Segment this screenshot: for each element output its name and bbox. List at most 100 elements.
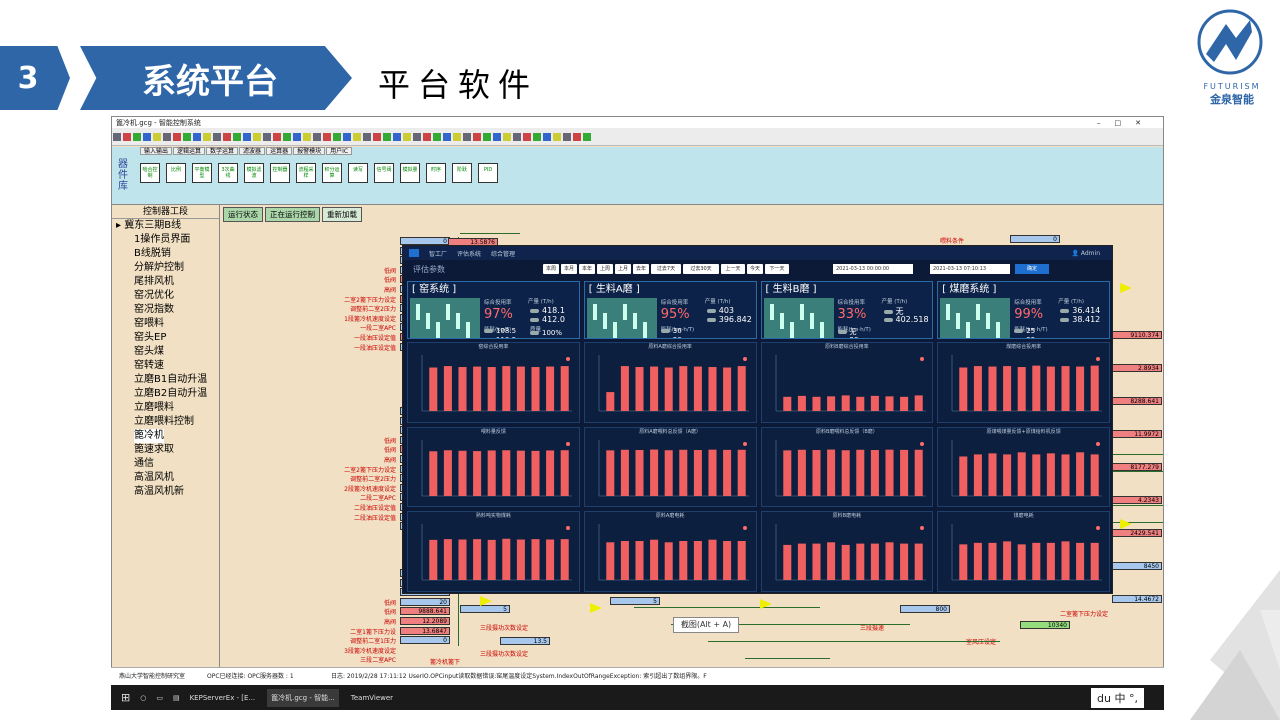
search-icon[interactable]: ○ xyxy=(140,694,146,702)
time-filter-button[interactable]: 去年 xyxy=(633,264,649,274)
toolbar-icon[interactable] xyxy=(453,133,461,141)
palette-block[interactable]: 比例 xyxy=(166,163,186,183)
tree-item[interactable]: 窑头煤 xyxy=(112,345,219,359)
status-button[interactable]: 正在运行控制 xyxy=(265,207,320,222)
user-menu[interactable]: 👤 Admin xyxy=(1071,250,1100,257)
toolbar-icon[interactable] xyxy=(463,133,471,141)
time-filter-button[interactable]: 过去30天 xyxy=(683,264,719,274)
toolbar-icon[interactable] xyxy=(243,133,251,141)
time-filter-button[interactable]: 本周 xyxy=(543,264,559,274)
date-to-input[interactable]: 2021-03-13 07:10:13 xyxy=(930,264,1010,274)
date-from-input[interactable]: 2021-03-13 00:00:00 xyxy=(833,264,913,274)
tree-item[interactable]: 篦冷机 xyxy=(112,429,219,443)
tree-item[interactable]: 分解炉控制 xyxy=(112,261,219,275)
time-filter-button[interactable]: 上月 xyxy=(615,264,631,274)
toolbar-icon[interactable] xyxy=(553,133,561,141)
tree-root[interactable]: ▸ 冀东三期B线 xyxy=(112,219,219,233)
tree-item[interactable]: 窑喂料 xyxy=(112,317,219,331)
time-filter-button[interactable]: 上一天 xyxy=(721,264,745,274)
toolbar-icon[interactable] xyxy=(433,133,441,141)
toolbar-icon[interactable] xyxy=(263,133,271,141)
toolbar-icon[interactable] xyxy=(143,133,151,141)
time-filter-button[interactable]: 本年 xyxy=(579,264,595,274)
palette-block[interactable]: 时序 xyxy=(426,163,446,183)
toolbar-icon[interactable] xyxy=(283,133,291,141)
toolbar-icon[interactable] xyxy=(363,133,371,141)
toolbar-icon[interactable] xyxy=(153,133,161,141)
tree-item[interactable]: 高温风机新 xyxy=(112,485,219,499)
toolbar-icon[interactable] xyxy=(203,133,211,141)
palette-block[interactable]: 积分运算 xyxy=(322,163,342,183)
time-filter-button[interactable]: 过去7天 xyxy=(651,264,681,274)
tree-item[interactable]: 高温风机 xyxy=(112,471,219,485)
toolbar-icon[interactable] xyxy=(183,133,191,141)
palette-tab[interactable]: 用户IC xyxy=(326,147,353,155)
palette-block[interactable]: 阶跃 xyxy=(452,163,472,183)
toolbar-icon[interactable] xyxy=(473,133,481,141)
palette-block[interactable]: 控制器 xyxy=(270,163,290,183)
toolbar-icon[interactable] xyxy=(503,133,511,141)
toolbar-icon[interactable] xyxy=(343,133,351,141)
tree-item[interactable]: 窑转速 xyxy=(112,359,219,373)
tree-item[interactable]: 立磨喂料控制 xyxy=(112,415,219,429)
toolbar-icon[interactable] xyxy=(293,133,301,141)
tree-item[interactable]: 通信 xyxy=(112,457,219,471)
taskbar-item-kepserver[interactable]: KEPServerEx - [E... xyxy=(190,694,256,702)
toolbar-icon[interactable] xyxy=(573,133,581,141)
task-view-icon[interactable]: ▭ xyxy=(156,694,163,702)
ime-indicator[interactable]: du 中 °, xyxy=(1091,687,1144,708)
confirm-button[interactable]: 确定 xyxy=(1015,264,1049,274)
taskbar-item-teamviewer[interactable]: TeamViewer xyxy=(351,694,393,702)
palette-tab[interactable]: 运算器 xyxy=(266,147,293,155)
palette-block[interactable]: 信号阀 xyxy=(374,163,394,183)
toolbar-icon[interactable] xyxy=(163,133,171,141)
time-filter-button[interactable]: 今天 xyxy=(747,264,763,274)
tree-item[interactable]: 立磨B1自动升温 xyxy=(112,373,219,387)
toolbar-icon[interactable] xyxy=(513,133,521,141)
toolbar-icon[interactable] xyxy=(443,133,451,141)
window-controls[interactable]: –□✕ xyxy=(1097,119,1155,127)
time-filter-button[interactable]: 下一天 xyxy=(765,264,789,274)
toolbar-icon[interactable] xyxy=(373,133,381,141)
time-filter-button[interactable]: 本月 xyxy=(561,264,577,274)
toolbar-icon[interactable] xyxy=(423,133,431,141)
toolbar-icon[interactable] xyxy=(533,133,541,141)
toolbar-icon[interactable] xyxy=(323,133,331,141)
tree-item[interactable]: 窑况指数 xyxy=(112,303,219,317)
toolbar-icon[interactable] xyxy=(393,133,401,141)
status-button[interactable]: 运行状态 xyxy=(223,207,263,222)
toolbar-icon[interactable] xyxy=(403,133,411,141)
palette-block[interactable]: 流程采样 xyxy=(296,163,316,183)
tree-item[interactable]: 尾排风机 xyxy=(112,275,219,289)
toolbar-icon[interactable] xyxy=(493,133,501,141)
toolbar-icon[interactable] xyxy=(353,133,361,141)
toolbar-icon[interactable] xyxy=(223,133,231,141)
tree-item[interactable]: 1操作员界面 xyxy=(112,233,219,247)
toolbar-icon[interactable] xyxy=(383,133,391,141)
toolbar-icon[interactable] xyxy=(543,133,551,141)
palette-tab[interactable]: 逻辑运算 xyxy=(173,147,206,155)
toolbar-icon[interactable] xyxy=(303,133,311,141)
toolbar-icon[interactable] xyxy=(273,133,281,141)
toolbar-icon[interactable] xyxy=(193,133,201,141)
tree-item[interactable]: 立磨喂料 xyxy=(112,401,219,415)
palette-tab[interactable]: 报警模块 xyxy=(293,147,326,155)
toolbar-icon[interactable] xyxy=(563,133,571,141)
taskbar-item-main[interactable]: 篦冷机.gcg - 智能... xyxy=(267,688,339,707)
time-filter-button[interactable]: 上周 xyxy=(597,264,613,274)
palette-tab[interactable]: 输入输出 xyxy=(140,147,173,155)
palette-block[interactable]: 3次曲线 xyxy=(218,163,238,183)
palette-block[interactable]: PID xyxy=(478,163,498,183)
palette-block[interactable]: 模拟滤波 xyxy=(244,163,264,183)
toolbar-icon[interactable] xyxy=(583,133,591,141)
palette-tab[interactable]: 滤波器 xyxy=(239,147,266,155)
tree-item[interactable]: 窑头EP xyxy=(112,331,219,345)
toolbar-icon[interactable] xyxy=(213,133,221,141)
toolbar-icon[interactable] xyxy=(313,133,321,141)
palette-block[interactable]: 模拟量 xyxy=(400,163,420,183)
menu-evaluation[interactable]: 评估系统 xyxy=(457,249,481,258)
tree-item[interactable]: B线脱销 xyxy=(112,247,219,261)
status-button[interactable]: 重新加载 xyxy=(322,207,362,222)
windows-start-icon[interactable]: ⊞ xyxy=(121,691,130,704)
toolbar-icon[interactable] xyxy=(413,133,421,141)
